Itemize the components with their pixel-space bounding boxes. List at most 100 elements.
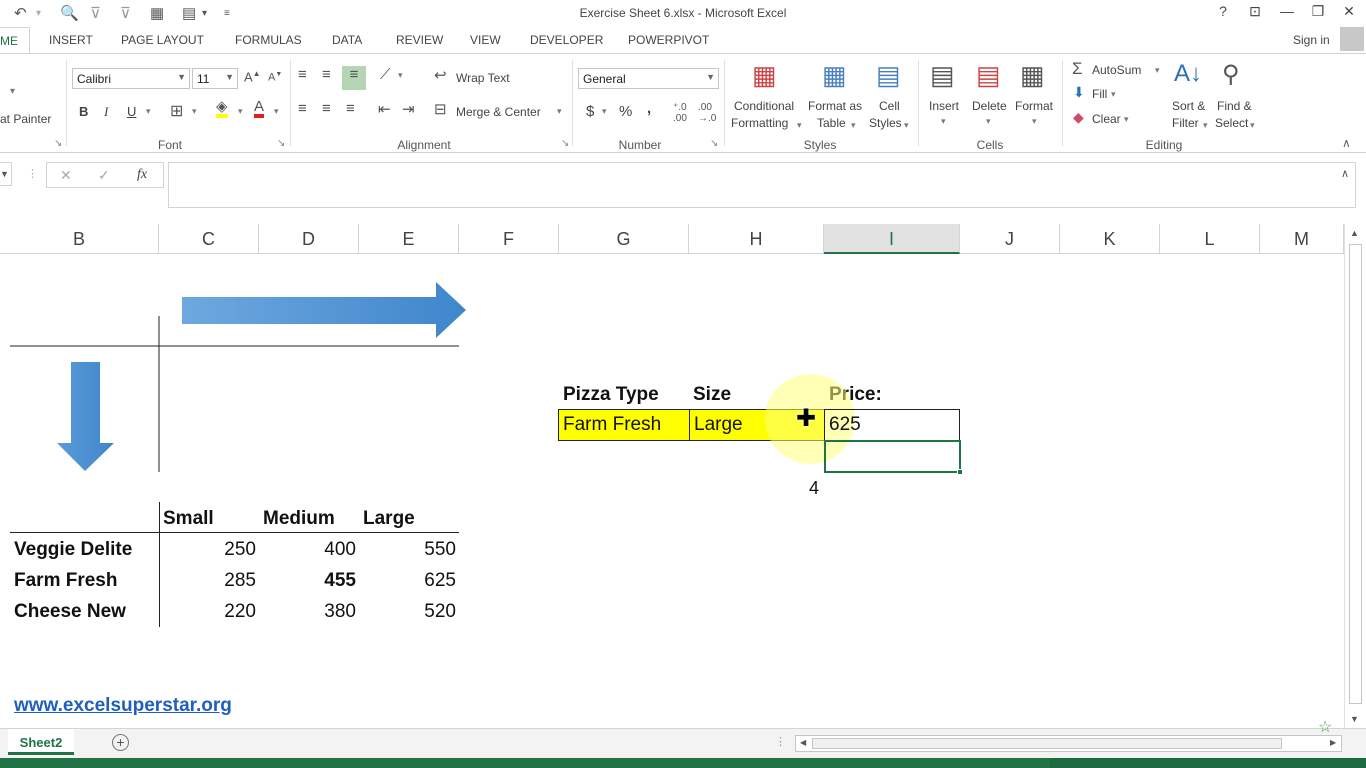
- collapse-ribbon-icon[interactable]: ∧: [1342, 136, 1351, 150]
- insert-function-button[interactable]: fx: [137, 167, 147, 183]
- tab-developer[interactable]: DEVELOPER: [530, 33, 603, 47]
- fill-color-dropdown-icon[interactable]: ▾: [238, 106, 243, 117]
- merge-dropdown-icon[interactable]: ▾: [557, 106, 562, 117]
- scroll-thumb[interactable]: [1349, 244, 1362, 704]
- restore-button[interactable]: ❐: [1306, 3, 1330, 20]
- borders-icon[interactable]: ⊞: [170, 101, 183, 121]
- fill-color-icon[interactable]: ◈: [216, 99, 228, 118]
- new-sheet-icon[interactable]: +: [112, 734, 129, 751]
- decrease-indent-icon[interactable]: ⇤: [378, 100, 391, 118]
- font-launcher-icon[interactable]: ↘: [277, 138, 285, 149]
- fill-handle[interactable]: [957, 469, 963, 475]
- tab-view[interactable]: VIEW: [470, 33, 501, 47]
- sort-filter-label-1[interactable]: Sort &: [1172, 99, 1205, 113]
- number-format-combo[interactable]: General ▼: [578, 68, 719, 89]
- underline-button[interactable]: U: [127, 104, 136, 119]
- active-cell[interactable]: [824, 440, 961, 473]
- currency-dropdown-icon[interactable]: ▾: [602, 106, 607, 117]
- column-header-e[interactable]: E: [359, 224, 459, 254]
- insert-button[interactable]: Insert: [929, 99, 959, 113]
- scroll-left-icon[interactable]: ◀: [800, 738, 806, 747]
- align-right-icon[interactable]: ≡: [346, 100, 355, 117]
- format-button[interactable]: Format: [1015, 99, 1053, 113]
- bold-button[interactable]: B: [79, 104, 88, 119]
- column-header-h[interactable]: H: [689, 224, 824, 254]
- currency-button[interactable]: $: [586, 103, 594, 120]
- borders-dropdown-icon[interactable]: ▾: [192, 106, 197, 117]
- format-as-table-label-2[interactable]: Table: [817, 116, 846, 130]
- cancel-icon[interactable]: ✕: [60, 167, 72, 184]
- clear-dropdown-icon[interactable]: ▾: [1124, 114, 1129, 125]
- tab-review[interactable]: REVIEW: [396, 33, 443, 47]
- merge-center-button[interactable]: Merge & Center: [456, 105, 541, 119]
- conditional-formatting-label-2[interactable]: Formatting: [731, 116, 788, 130]
- tab-data[interactable]: DATA: [332, 33, 362, 47]
- cell-styles-label-1[interactable]: Cell: [879, 99, 900, 113]
- name-box-dropdown[interactable]: ▼: [0, 162, 12, 186]
- autosum-button[interactable]: AutoSum: [1092, 63, 1141, 77]
- sign-in-link[interactable]: Sign in: [1293, 33, 1330, 47]
- clear-button[interactable]: Clear: [1092, 112, 1121, 126]
- worksheet-grid[interactable]: Pizza Type Size Price: Farm Fresh Large …: [0, 254, 1344, 728]
- fill-button[interactable]: Fill: [1092, 87, 1107, 101]
- scroll-right-icon[interactable]: ▶: [1330, 738, 1336, 747]
- underline-dropdown-icon[interactable]: ▾: [146, 106, 151, 117]
- increase-decimal-icon[interactable]: ⁺.0.00: [673, 102, 687, 124]
- pizza-type-cell[interactable]: Farm Fresh: [558, 409, 690, 441]
- wrap-text-button[interactable]: Wrap Text: [456, 71, 510, 85]
- middle-align-icon[interactable]: ≡: [322, 66, 331, 83]
- column-header-l[interactable]: L: [1160, 224, 1260, 254]
- font-name-combo[interactable]: Calibri ▼: [72, 68, 190, 89]
- price-cell[interactable]: 625: [824, 409, 960, 441]
- tab-powerpivot[interactable]: POWERPIVOT: [628, 33, 709, 47]
- orientation-icon[interactable]: ⟋: [380, 66, 391, 83]
- top-align-icon[interactable]: ≡: [298, 66, 307, 83]
- column-header-c[interactable]: C: [159, 224, 259, 254]
- column-header-j[interactable]: J: [960, 224, 1060, 254]
- percent-button[interactable]: %: [619, 103, 632, 120]
- horizontal-scroll-thumb[interactable]: [812, 738, 1282, 749]
- tab-insert[interactable]: INSERT: [49, 33, 93, 47]
- number-launcher-icon[interactable]: ↘: [710, 138, 718, 149]
- font-color-dropdown-icon[interactable]: ▾: [274, 106, 279, 117]
- increase-indent-icon[interactable]: ⇥: [402, 100, 415, 118]
- bottom-align-icon[interactable]: ≡: [342, 66, 366, 90]
- tab-home[interactable]: ME: [0, 27, 30, 53]
- align-left-icon[interactable]: ≡: [298, 100, 307, 117]
- minimize-button[interactable]: —: [1275, 3, 1299, 19]
- font-size-combo[interactable]: 11 ▼: [192, 68, 238, 89]
- find-dropdown-icon[interactable]: ▾: [1250, 120, 1255, 131]
- help-button[interactable]: ?: [1211, 3, 1235, 19]
- scroll-up-icon[interactable]: ▲: [1350, 228, 1359, 238]
- scroll-down-icon[interactable]: ▼: [1350, 714, 1359, 724]
- cell-styles-label-2[interactable]: Styles: [869, 116, 902, 130]
- format-as-table-label-1[interactable]: Format as: [808, 99, 862, 113]
- orientation-dropdown-icon[interactable]: ▾: [398, 70, 403, 81]
- fill-dropdown-icon[interactable]: ▾: [1111, 89, 1116, 100]
- format-painter-button[interactable]: at Painter: [0, 112, 51, 126]
- decrease-decimal-icon[interactable]: .00 →.0: [698, 102, 716, 124]
- sheet-tab-sheet2[interactable]: Sheet2: [8, 729, 74, 755]
- sort-dropdown-icon[interactable]: ▾: [1203, 120, 1208, 131]
- cell-styles-dropdown-icon[interactable]: ▾: [904, 120, 909, 131]
- delete-dropdown-icon[interactable]: ▾: [986, 116, 991, 127]
- sort-filter-label-2[interactable]: Filter: [1172, 116, 1199, 130]
- alignment-launcher-icon[interactable]: ↘: [561, 138, 569, 149]
- formula-input[interactable]: [168, 162, 1356, 208]
- column-header-i[interactable]: I: [824, 224, 960, 254]
- tab-formulas[interactable]: FORMULAS: [235, 33, 302, 47]
- align-center-icon[interactable]: ≡: [322, 100, 331, 117]
- clipboard-launcher-icon[interactable]: ↘: [54, 138, 62, 149]
- conditional-formatting-label-1[interactable]: Conditional: [734, 99, 794, 113]
- vertical-scrollbar[interactable]: ▲ ▼: [1344, 224, 1366, 728]
- format-dropdown-icon[interactable]: ▾: [1032, 116, 1037, 127]
- avatar[interactable]: [1340, 27, 1364, 51]
- ribbon-display-options-icon[interactable]: ⊡: [1243, 3, 1267, 20]
- grow-font-icon[interactable]: A▲: [244, 69, 261, 84]
- column-header-m[interactable]: M: [1260, 224, 1344, 254]
- font-color-icon[interactable]: A: [254, 99, 265, 118]
- insert-dropdown-icon[interactable]: ▾: [941, 116, 946, 127]
- column-header-f[interactable]: F: [459, 224, 559, 254]
- format-table-dropdown-icon[interactable]: ▾: [851, 120, 856, 131]
- conditional-dropdown-icon[interactable]: ▾: [797, 120, 802, 131]
